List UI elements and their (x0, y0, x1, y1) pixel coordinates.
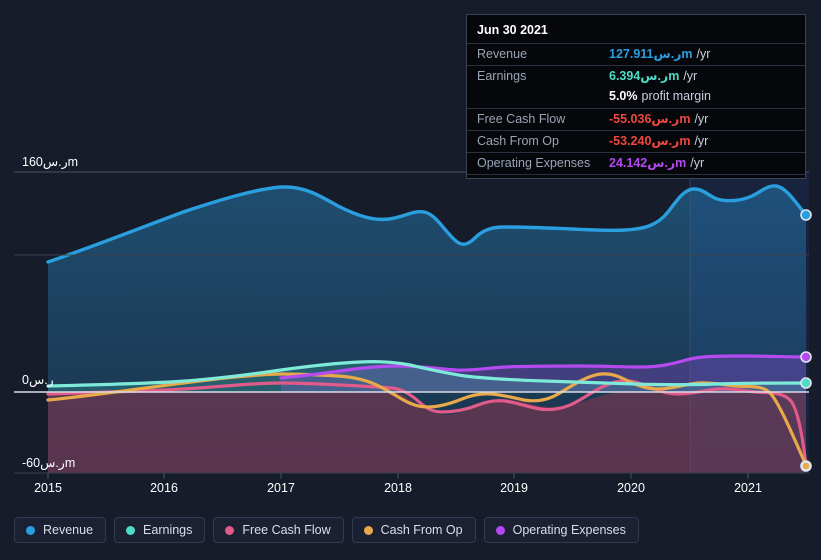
chart-tooltip: Jun 30 2021 Revenue 127.911ر.سm /yr Earn… (466, 14, 806, 179)
tooltip-label-operating-expenses: Operating Expenses (477, 156, 591, 170)
tooltip-row-free-cash-flow: Free Cash Flow -55.036ر.سm /yr (467, 108, 805, 130)
legend-item-free-cash-flow[interactable]: Free Cash Flow (213, 517, 344, 543)
tooltip-suffix-profit-margin: profit margin (641, 89, 711, 103)
endpoint-cash-from-op (801, 461, 811, 471)
tooltip-label-earnings: Earnings (477, 69, 527, 83)
tooltip-row-earnings: Earnings 6.394ر.سm /yr (467, 65, 805, 87)
legend-label-earnings: Earnings (143, 523, 193, 537)
tooltip-row-revenue: Revenue 127.911ر.سm /yr (467, 43, 805, 65)
earnings-color-dot-icon (126, 525, 136, 535)
tooltip-value-operating-expenses: 24.142ر.سm (609, 156, 687, 170)
legend-item-revenue[interactable]: Revenue (14, 517, 107, 543)
x-tick-marks (47, 473, 749, 479)
tooltip-suffix-earnings: /yr (683, 69, 698, 83)
legend-label-revenue: Revenue (43, 523, 94, 537)
tooltip-suffix-revenue: /yr (696, 47, 711, 61)
legend-item-operating-expenses[interactable]: Operating Expenses (483, 517, 639, 543)
tooltip-date: Jun 30 2021 (477, 23, 548, 37)
legend-item-cash-from-op[interactable]: Cash From Op (351, 517, 476, 543)
tooltip-label-free-cash-flow: Free Cash Flow (477, 112, 566, 126)
x-axis-label-2015: 2015 (34, 481, 62, 495)
chart-legend: Revenue Earnings Free Cash Flow Cash Fro… (0, 512, 821, 548)
free-cash-flow-color-dot-icon (225, 525, 235, 535)
x-axis-label-2018: 2018 (384, 481, 412, 495)
tooltip-bottom-rule (467, 174, 805, 178)
legend-item-earnings[interactable]: Earnings (114, 517, 206, 543)
tooltip-suffix-free-cash-flow: /yr (694, 112, 709, 126)
endpoint-revenue (800, 209, 812, 221)
tooltip-label-cash-from-op: Cash From Op (477, 134, 559, 148)
legend-label-cash-from-op: Cash From Op (380, 523, 463, 537)
tooltip-value-cash-from-op: -53.240ر.سm (609, 134, 691, 148)
x-axis-label-2020: 2020 (617, 481, 645, 495)
tooltip-value-profit-margin: 5.0% (609, 89, 638, 103)
tooltip-value-revenue: 127.911ر.سm (609, 47, 693, 61)
x-axis-label-2021: 2021 (734, 481, 762, 495)
financial-chart-page: 160ر.سm 0ر.س -60ر.سm 2015 2016 2017 2018… (0, 0, 821, 560)
cash-from-op-color-dot-icon (363, 525, 373, 535)
tooltip-suffix-cash-from-op: /yr (694, 134, 709, 148)
tooltip-suffix-operating-expenses: /yr (690, 156, 705, 170)
revenue-color-dot-icon (26, 525, 35, 535)
y-axis-label-160: 160ر.سm (22, 155, 79, 169)
x-axis-label-2016: 2016 (150, 481, 178, 495)
legend-label-operating-expenses: Operating Expenses (512, 523, 626, 537)
tooltip-row-cash-from-op: Cash From Op -53.240ر.سm /yr (467, 130, 805, 152)
operating-expenses-color-dot-icon (495, 525, 505, 535)
tooltip-label-revenue: Revenue (477, 47, 528, 61)
legend-label-free-cash-flow: Free Cash Flow (242, 523, 331, 537)
tooltip-value-free-cash-flow: -55.036ر.سm (609, 112, 691, 126)
tooltip-row-operating-expenses: Operating Expenses 24.142ر.سm /yr (467, 152, 805, 174)
y-axis-label-minus60: -60ر.سm (22, 456, 76, 470)
endpoint-earnings (800, 377, 812, 389)
endpoint-operating-expenses (800, 351, 812, 363)
y-axis-label-0: 0ر.س (22, 373, 54, 387)
x-axis-label-2017: 2017 (267, 481, 295, 495)
tooltip-value-earnings: 6.394ر.سm (609, 69, 680, 83)
tooltip-row-profit-margin: 5.0% profit margin (467, 87, 805, 108)
x-axis-label-2019: 2019 (500, 481, 528, 495)
